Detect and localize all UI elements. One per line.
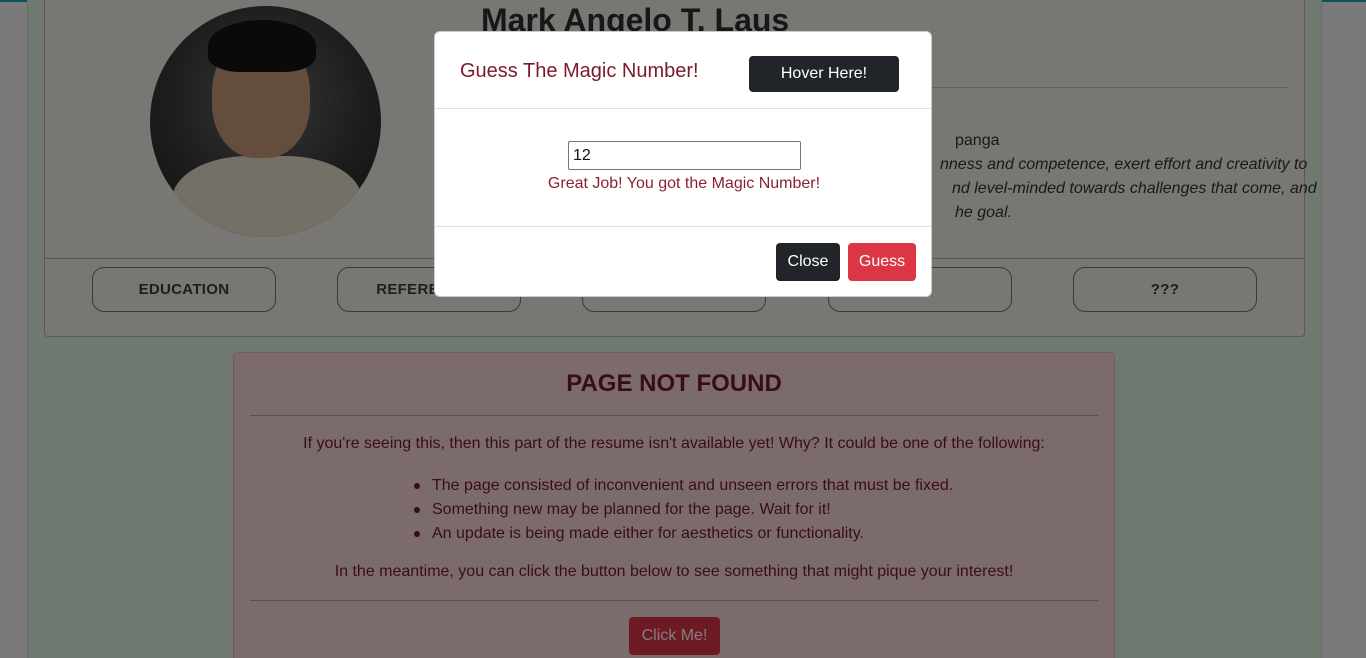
hover-here-button[interactable]: Hover Here! [749, 56, 899, 92]
modal-title: Guess The Magic Number! [460, 60, 699, 82]
magic-number-modal: Guess The Magic Number! Hover Here! Grea… [434, 31, 932, 297]
modal-body: Great Job! You got the Magic Number! [435, 109, 931, 227]
result-message: Great Job! You got the Magic Number! [547, 175, 821, 192]
guess-input[interactable] [568, 141, 801, 170]
close-button[interactable]: Close [776, 243, 840, 281]
guess-button[interactable]: Guess [848, 243, 916, 281]
modal-header: Guess The Magic Number! Hover Here! [435, 32, 931, 109]
